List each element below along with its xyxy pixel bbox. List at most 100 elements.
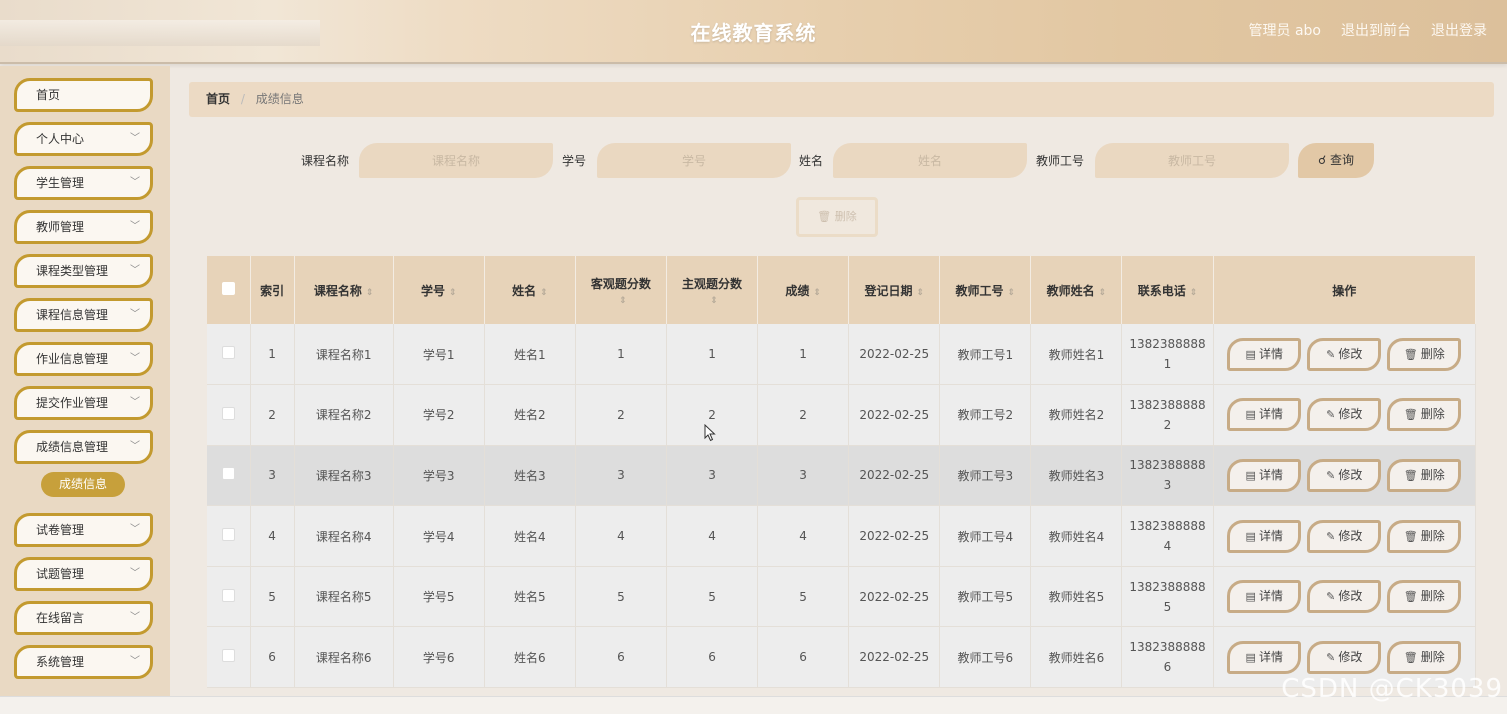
row-select-cell[interactable]: [207, 566, 251, 628]
student-no-input[interactable]: [597, 143, 791, 178]
sidebar-item-online-message[interactable]: 在线留言 ﹀: [14, 601, 153, 635]
sidebar-item-exam-paper-management[interactable]: 试卷管理 ﹀: [14, 513, 153, 547]
teacher-no-input[interactable]: [1095, 143, 1289, 178]
logout-link[interactable]: 退出登录: [1431, 20, 1487, 40]
sort-icon[interactable]: ⇕: [540, 288, 548, 298]
row-select-cell[interactable]: [207, 505, 251, 567]
row-checkbox[interactable]: [221, 467, 235, 481]
row-checkbox[interactable]: [221, 528, 235, 542]
header-student-no[interactable]: 学号 ⇕: [393, 256, 485, 324]
header-course[interactable]: 课程名称 ⇕: [294, 256, 394, 324]
sidebar-item-question-management[interactable]: 试题管理 ﹀: [14, 557, 153, 591]
header-date[interactable]: 登记日期 ⇕: [848, 256, 941, 324]
chevron-down-icon: ﹀: [130, 441, 140, 452]
sort-icon[interactable]: ⇕: [449, 288, 457, 298]
cell-teacher-name: 教师姓名5: [1030, 566, 1123, 628]
detail-button[interactable]: ▤ 详情: [1227, 640, 1302, 674]
sort-icon[interactable]: ⇕: [366, 288, 374, 298]
header-objective-label: 客观题分数: [590, 276, 651, 291]
cell-student-no: 学号1: [393, 324, 485, 386]
detail-button[interactable]: ▤ 详情: [1227, 580, 1302, 614]
trash-icon: 🗑: [1403, 590, 1418, 604]
breadcrumb-home[interactable]: 首页: [206, 92, 230, 106]
sort-icon[interactable]: ⇕: [813, 288, 821, 298]
header-teacher-no-label: 教师工号: [955, 283, 1004, 298]
sort-icon[interactable]: ⇕: [1008, 288, 1016, 298]
select-all-checkbox[interactable]: [221, 282, 235, 295]
row-checkbox[interactable]: [221, 346, 235, 360]
sidebar-item-label: 试卷管理: [36, 523, 85, 537]
delete-button[interactable]: 🗑 删除: [1387, 580, 1462, 614]
sidebar-item-home[interactable]: 首页: [14, 78, 153, 112]
teacher-no-label: 教师工号: [1036, 154, 1085, 168]
trash-icon: 🗑: [1403, 408, 1418, 422]
delete-button[interactable]: 🗑 删除: [1387, 640, 1462, 674]
header-phone-label: 联系电话: [1137, 283, 1186, 298]
pencil-icon: ✎: [1326, 468, 1336, 482]
delete-button[interactable]: 🗑 删除: [1387, 337, 1462, 371]
detail-button[interactable]: ▤ 详情: [1227, 519, 1302, 553]
sort-icon[interactable]: ⇕: [916, 288, 924, 298]
sidebar-item-system-management[interactable]: 系统管理 ﹀: [14, 645, 153, 679]
edit-button[interactable]: ✎ 修改: [1307, 458, 1382, 492]
sidebar-item-course-type-management[interactable]: 课程类型管理 ﹀: [14, 254, 153, 288]
header-teacher-name[interactable]: 教师姓名 ⇕: [1030, 256, 1123, 324]
header-teacher-no[interactable]: 教师工号 ⇕: [939, 256, 1032, 324]
sidebar-item-homework-info-management[interactable]: 作业信息管理 ﹀: [14, 342, 153, 376]
row-checkbox[interactable]: [221, 588, 235, 602]
row-select-cell[interactable]: [207, 445, 251, 507]
sidebar-item-student-management[interactable]: 学生管理 ﹀: [14, 166, 153, 200]
delete-button[interactable]: 🗑 删除: [1387, 519, 1462, 553]
sort-icon[interactable]: ⇕: [1099, 288, 1107, 298]
sidebar-subitem-score-info[interactable]: 成绩信息: [41, 472, 125, 497]
query-button[interactable]: ☌ 查询: [1298, 143, 1374, 178]
table-row: 3 课程名称3 学号3 姓名3 3 3 3 2022-02-25 教师工号3 教师姓名3 13823…: [207, 445, 1477, 507]
phone-line-1: 1382388888: [1129, 579, 1206, 594]
header-name[interactable]: 姓名 ⇕: [484, 256, 576, 324]
header-subjective[interactable]: 主观题分数 ⇕: [666, 256, 759, 324]
phone-line-1: 1382388888: [1129, 519, 1206, 534]
row-select-cell[interactable]: [207, 384, 251, 446]
delete-button[interactable]: 🗑 删除: [1387, 398, 1462, 432]
name-input[interactable]: [833, 143, 1027, 178]
sort-icon[interactable]: ⇕: [710, 296, 718, 306]
exit-to-front-link[interactable]: 退出到前台: [1341, 20, 1411, 40]
edit-button[interactable]: ✎ 修改: [1307, 580, 1382, 614]
edit-button[interactable]: ✎ 修改: [1307, 398, 1382, 432]
detail-button[interactable]: ▤ 详情: [1227, 398, 1302, 432]
sidebar-item-submit-homework-management[interactable]: 提交作业管理 ﹀: [14, 386, 153, 420]
header-objective[interactable]: 客观题分数 ⇕: [575, 256, 667, 324]
sort-icon[interactable]: ⇕: [619, 296, 627, 306]
top-header: 在线教育系统 管理员 abo 退出到前台 退出登录: [0, 0, 1507, 64]
delete-button[interactable]: 🗑 删除: [1387, 458, 1462, 492]
sort-icon[interactable]: ⇕: [1190, 288, 1198, 298]
sidebar-item-score-info-management[interactable]: 成绩信息管理 ﹀: [14, 430, 153, 464]
edit-button[interactable]: ✎ 修改: [1307, 640, 1382, 674]
cell-score: 6: [757, 626, 850, 689]
detail-button[interactable]: ▤ 详情: [1227, 337, 1302, 371]
bulk-delete-button[interactable]: 🗑 删除: [796, 197, 878, 237]
course-name-label: 课程名称: [301, 154, 350, 168]
row-checkbox[interactable]: [221, 406, 235, 420]
edit-button-label: 修改: [1338, 346, 1363, 361]
edit-button[interactable]: ✎ 修改: [1307, 337, 1382, 371]
row-select-cell[interactable]: [207, 324, 251, 386]
row-checkbox[interactable]: [221, 649, 235, 663]
table-row: 4 课程名称4 学号4 姓名4 4 4 4 2022-02-25 教师工号4 教师姓名4 13823…: [207, 505, 1477, 567]
row-select-cell[interactable]: [207, 626, 251, 689]
detail-button[interactable]: ▤ 详情: [1227, 458, 1302, 492]
trash-icon: 🗑: [1403, 650, 1418, 664]
sidebar-item-personal-center[interactable]: 个人中心 ﹀: [14, 122, 153, 156]
sidebar-item-teacher-management[interactable]: 教师管理 ﹀: [14, 210, 153, 244]
cell-teacher-name: 教师姓名1: [1030, 324, 1123, 386]
header-score[interactable]: 成绩 ⇕: [757, 256, 850, 324]
header-phone[interactable]: 联系电话 ⇕: [1121, 256, 1214, 324]
course-name-input[interactable]: [359, 143, 553, 178]
header-select-all[interactable]: [207, 256, 251, 324]
cell-subjective: 6: [666, 626, 759, 689]
sidebar-item-label: 个人中心: [36, 132, 85, 146]
detail-button-label: 详情: [1258, 407, 1283, 422]
edit-button[interactable]: ✎ 修改: [1307, 519, 1382, 553]
edit-button-label: 修改: [1338, 467, 1363, 482]
sidebar-item-course-info-management[interactable]: 课程信息管理 ﹀: [14, 298, 153, 332]
